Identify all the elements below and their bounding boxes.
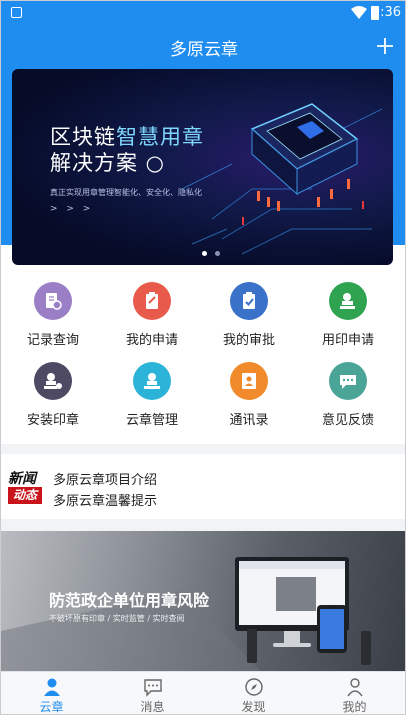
carousel-dot-active[interactable] (202, 251, 207, 256)
grid-item-label: 安装印章 (26, 413, 79, 428)
grid-item-feedback[interactable]: 意见反馈 (303, 345, 393, 428)
banner-arrows: > > > (50, 204, 94, 214)
person-icon (44, 678, 60, 696)
promo-banner[interactable]: 防范政企单位用章风险 不破坏原有印章 / 实时监管 / 实时查阅 (1, 531, 405, 671)
compass-icon (245, 678, 263, 696)
tab-label: 我的 (342, 700, 367, 714)
grid-item-label: 通讯录 (229, 413, 269, 428)
tab-discover[interactable]: 发现 (203, 672, 304, 714)
grid-item-cloud-seal-manage[interactable]: 云章管理 (107, 345, 197, 428)
news-logo-top: 新闻 (8, 471, 36, 487)
grid-item-contacts[interactable]: 通讯录 (204, 345, 294, 428)
carousel-dot[interactable] (215, 251, 220, 256)
tab-label: 云章 (39, 700, 64, 714)
status-time: 1:36 (371, 5, 401, 20)
news-section: 新闻 动态 多原云章项目介绍 多原云章温馨提示 (1, 454, 405, 519)
grid-item-label: 云章管理 (125, 413, 178, 428)
install-seal-icon (34, 362, 72, 400)
profile-icon (347, 678, 363, 697)
banner-title-highlight: 智慧用章 (116, 125, 204, 149)
grid-item-my-application[interactable]: 我的申请 (107, 265, 197, 348)
carousel-banner[interactable]: 区块链智慧用章 解决方案 ○ 真正实现用章管理智能化、安全化、隐私化 > > > (12, 69, 393, 265)
divider (1, 519, 405, 531)
my-application-icon (133, 282, 171, 320)
promo-title: 防范政企单位用章风险 (49, 591, 210, 610)
app-frame: 1:36 多原云章 区块链智慧用章 解决方案 ○ 真正实现用章管理智能化、安全化… (0, 0, 406, 715)
wifi-icon (351, 6, 367, 19)
plus-icon[interactable] (375, 36, 395, 56)
promo-subtitle: 不破坏原有印章 / 实时监管 / 实时查阅 (49, 614, 185, 623)
tab-label: 消息 (140, 700, 165, 714)
news-logo-bottom: 动态 (8, 487, 42, 504)
news-item[interactable]: 多原云章项目介绍 (53, 469, 157, 488)
grid-item-record-search[interactable]: 记录查询 (8, 265, 98, 348)
divider (1, 444, 405, 454)
banner-subtitle: 真正实现用章管理智能化、安全化、隐私化 (50, 188, 202, 197)
grid-item-install-seal[interactable]: 安装印章 (8, 345, 98, 428)
news-item[interactable]: 多原云章温馨提示 (53, 490, 157, 509)
message-icon (144, 679, 162, 697)
contacts-icon (230, 362, 268, 400)
bottom-tab-bar: 云章 消息 发现 我的 (1, 671, 405, 714)
feedback-icon (329, 362, 367, 400)
cloud-seal-manage-icon (133, 362, 171, 400)
tab-messages[interactable]: 消息 (102, 672, 203, 714)
app-header: 多原云章 (1, 27, 405, 67)
page-title: 多原云章 (170, 40, 238, 60)
grid-item-label: 意见反馈 (321, 413, 374, 428)
tab-label: 发现 (241, 700, 266, 714)
seal-application-icon (329, 282, 367, 320)
tab-mine[interactable]: 我的 (304, 672, 405, 714)
tab-cloud-seal[interactable]: 云章 (1, 672, 102, 714)
feature-grid: 记录查询 我的申请 我的审批 用印申请 安装印章 云章管理 通讯录 意见反馈 (1, 265, 405, 443)
grid-item-seal-application[interactable]: 用印申请 (303, 265, 393, 348)
status-bar: 1:36 (1, 1, 405, 27)
notification-icon (11, 7, 22, 18)
record-search-icon (34, 282, 72, 320)
banner-title-line2: 解决方案 ○ (50, 151, 165, 175)
my-approval-icon (230, 282, 268, 320)
grid-item-my-approval[interactable]: 我的审批 (204, 265, 294, 348)
news-logo: 新闻 动态 (8, 468, 42, 506)
